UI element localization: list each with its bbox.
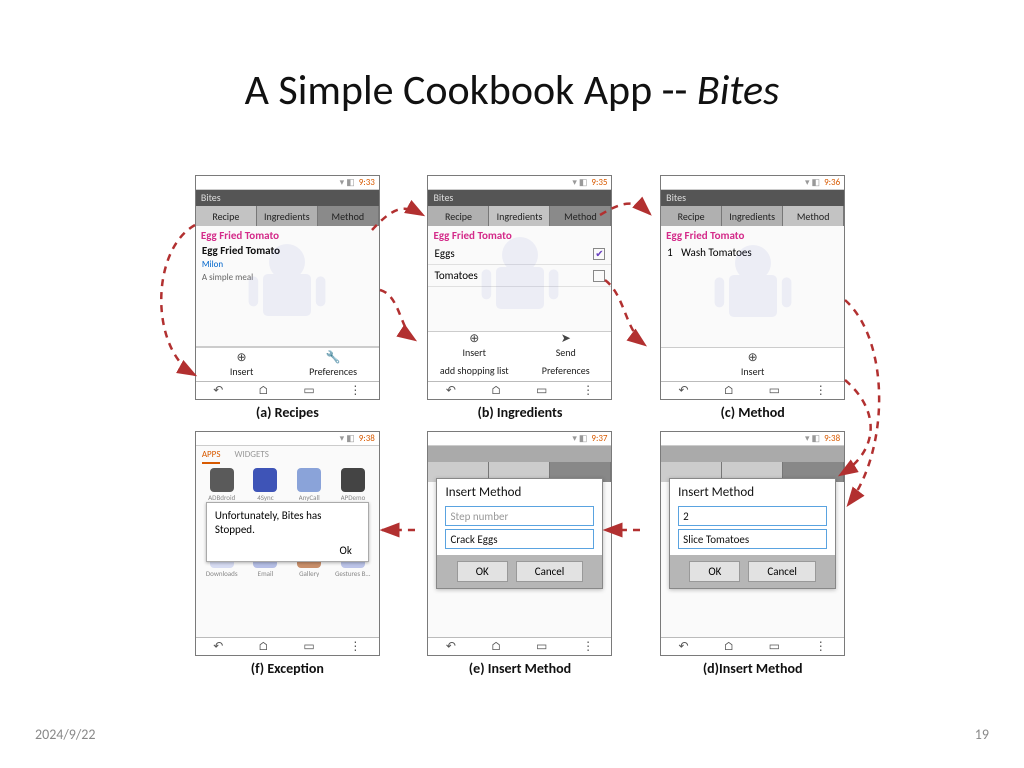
dialog-title: Insert Method — [437, 479, 602, 503]
cancel-button[interactable]: Cancel — [748, 561, 816, 582]
tab-ingredients[interactable]: Ingredients — [257, 206, 318, 226]
navbar: ↶⌂▭⋮ — [196, 637, 379, 655]
preferences-button[interactable]: Preferences — [520, 359, 612, 381]
step-text-field[interactable]: Slice Tomatoes — [678, 529, 827, 549]
caption-a: (a) Recipes — [256, 404, 319, 421]
home-icon[interactable]: ⌂ — [258, 384, 269, 398]
appbar: Bites — [661, 190, 844, 206]
navbar: ↶⌂▭⋮ — [428, 637, 611, 655]
appbar — [661, 446, 844, 462]
tab-recipe[interactable]: Recipe — [196, 206, 257, 226]
title-text: A Simple Cookbook App -- — [245, 65, 697, 116]
appbar: Bites — [428, 190, 611, 206]
launcher-app[interactable]: ADBdroid — [202, 468, 242, 502]
insert-method-dialog: Insert Method Step number Crack Eggs OK … — [436, 478, 603, 589]
tab-method[interactable]: Method — [783, 206, 844, 226]
launcher-tabs: APPS WIDGETS — [196, 446, 379, 464]
navbar: ↶⌂▭⋮ — [661, 381, 844, 399]
cell-e: ▾ ◧9:37 Insert Method Step number Crack … — [423, 431, 618, 677]
android-bg — [428, 226, 611, 331]
launcher-widgets[interactable]: WIDGETS — [234, 449, 268, 464]
preferences-button[interactable]: 🔧Preferences — [287, 348, 379, 381]
error-dialog: Unfortunately, Bites has Stopped. Ok — [206, 502, 369, 562]
cell-a: ▾ ◧9:33 Bites Recipe Ingredients Method … — [190, 175, 385, 421]
phone-a: ▾ ◧9:33 Bites Recipe Ingredients Method … — [195, 175, 380, 400]
phone-f: ▾ ◧9:38 APPS WIDGETS ADBdroid4SyncAnyCal… — [195, 431, 380, 656]
android-bg — [196, 226, 379, 346]
menu-icon[interactable]: ⋮ — [349, 383, 361, 398]
tab-ingredients[interactable]: Ingredients — [722, 206, 783, 226]
caption-c: (c) Method — [720, 404, 784, 421]
insert-button[interactable]: ⊕Insert — [196, 348, 288, 381]
dialog-title: Insert Method — [670, 479, 835, 503]
tab-recipe[interactable]: Recipe — [661, 206, 722, 226]
ok-button[interactable]: OK — [457, 561, 508, 582]
phone-d: ▾ ◧9:38 Insert Method 2 Slice Tomatoes O… — [660, 431, 845, 656]
launcher-apps[interactable]: APPS — [202, 449, 221, 464]
caption-b: (b) Ingredients — [478, 404, 563, 421]
step-text-field[interactable]: Crack Eggs — [445, 529, 594, 549]
launcher-app[interactable]: 4Sync — [246, 468, 286, 502]
tab-method[interactable]: Method — [318, 206, 379, 226]
caption-e: (e) Insert Method — [469, 660, 571, 677]
insert-method-dialog: Insert Method 2 Slice Tomatoes OK Cancel — [669, 478, 836, 589]
navbar: ↶ ⌂ ▭ ⋮ — [196, 381, 379, 399]
cancel-button[interactable]: Cancel — [516, 561, 584, 582]
phone-grid: ▾ ◧9:33 Bites Recipe Ingredients Method … — [190, 175, 850, 677]
recents-icon[interactable]: ▭ — [303, 383, 314, 398]
cell-b: ▾ ◧9:35 Bites Recipe Ingredients Method … — [423, 175, 618, 421]
step-number-field[interactable]: Step number — [445, 506, 594, 526]
ok-button[interactable]: OK — [689, 561, 740, 582]
navbar: ↶⌂▭⋮ — [428, 381, 611, 399]
caption-f: (f) Exception — [251, 660, 324, 677]
actionbar-bot: add shopping list Preferences — [428, 359, 611, 381]
wrench-icon: 🔧 — [326, 352, 341, 364]
android-bg — [661, 226, 844, 347]
appbar: Bites — [196, 190, 379, 206]
cell-c: ▾ ◧9:36 Bites Recipe Ingredients Method … — [655, 175, 850, 421]
launcher-app[interactable]: APDemo — [333, 468, 373, 502]
plus-icon: ⊕ — [237, 352, 247, 364]
phone-c: ▾ ◧9:36 Bites Recipe Ingredients Method … — [660, 175, 845, 400]
launcher-app[interactable]: AnyCall — [289, 468, 329, 502]
footer-date: 2024/9/22 — [35, 726, 95, 743]
footer-page: 19 — [975, 726, 989, 743]
phone-b: ▾ ◧9:35 Bites Recipe Ingredients Method … — [427, 175, 612, 400]
dialog-buttons: OK Cancel — [437, 555, 602, 588]
slide-title: A Simple Cookbook App -- Bites — [0, 0, 1024, 116]
phone-e: ▾ ◧9:37 Insert Method Step number Crack … — [427, 431, 612, 656]
statusbar: ▾ ◧9:38 — [661, 432, 844, 446]
error-message: Unfortunately, Bites has Stopped. — [215, 509, 360, 538]
cell-f: ▾ ◧9:38 APPS WIDGETS ADBdroid4SyncAnyCal… — [190, 431, 385, 677]
statusbar: ▾ ◧9:35 — [428, 176, 611, 190]
step-number-field[interactable]: 2 — [678, 506, 827, 526]
dialog-buttons: OK Cancel — [670, 555, 835, 588]
caption-d: (d)Insert Method — [703, 660, 803, 677]
tabs: Recipe Ingredients Method — [661, 206, 844, 226]
plus-icon: ⊕ — [748, 352, 758, 364]
title-em: Bites — [697, 65, 780, 116]
tabs: Recipe Ingredients Method — [196, 206, 379, 226]
actionbar: ⊕Insert 🔧Preferences — [196, 347, 379, 381]
add-shopping-button[interactable]: add shopping list — [428, 359, 520, 381]
insert-button[interactable]: ⊕Insert — [661, 348, 844, 381]
actionbar: ⊕Insert — [661, 347, 844, 381]
error-ok-button[interactable]: Ok — [215, 538, 360, 557]
statusbar: ▾ ◧9:36 — [661, 176, 844, 190]
statusbar: ▾ ◧9:38 — [196, 432, 379, 446]
statusbar: ▾ ◧9:33 — [196, 176, 379, 190]
statusbar: ▾ ◧9:37 — [428, 432, 611, 446]
navbar: ↶⌂▭⋮ — [661, 637, 844, 655]
cell-d: ▾ ◧9:38 Insert Method 2 Slice Tomatoes O… — [655, 431, 850, 677]
appbar — [428, 446, 611, 462]
back-icon[interactable]: ↶ — [213, 383, 223, 398]
